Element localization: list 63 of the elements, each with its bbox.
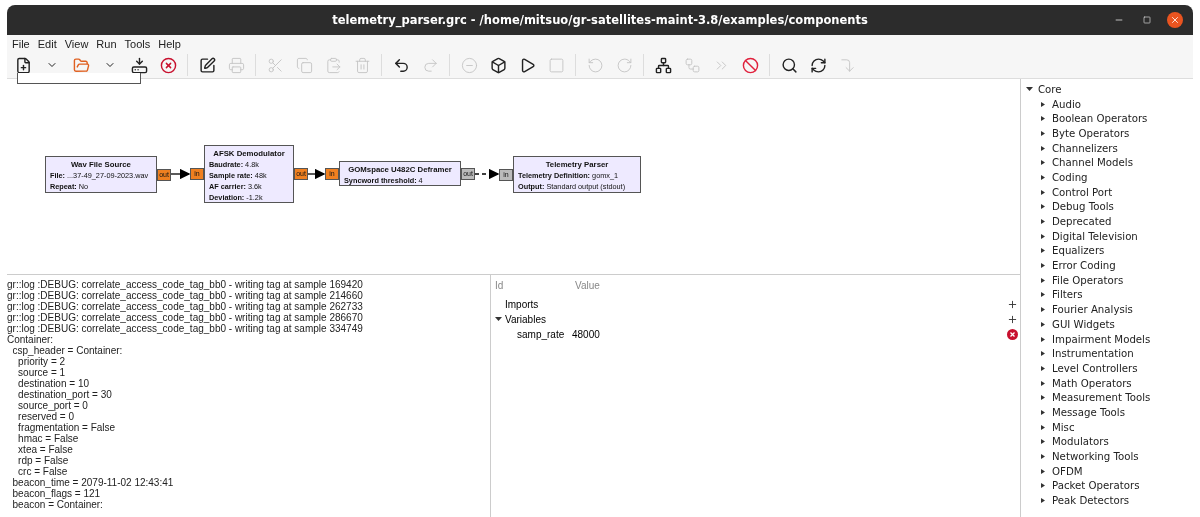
- console-line: reserved = 0: [17, 411, 75, 422]
- console-line: gr::log :DEBUG: correlate_access_code_tag_bb0 - writing tag at sample 262733: [7, 301, 364, 312]
- tree-item[interactable]: Channel Models: [1052, 157, 1133, 169]
- tree-item[interactable]: Variables: [505, 314, 1007, 325]
- console-line: beacon_time = 2079-11-02 12:43:41: [11, 477, 175, 488]
- console-line: csp_header = Container:: [11, 345, 124, 356]
- tree-item[interactable]: Modulators: [1052, 436, 1109, 448]
- tree-item[interactable]: File Operators: [1052, 274, 1124, 286]
- tree-item[interactable]: Channelizers: [1052, 142, 1118, 154]
- tree-item[interactable]: Debug Tools: [1052, 201, 1114, 213]
- menu-item[interactable]: View: [63, 38, 96, 50]
- console-line: gr::log :DEBUG: correlate_access_code_tag_bb0 - writing tag at sample 214660: [7, 290, 364, 301]
- console-line: gr::log :DEBUG: correlate_access_code_tag_bb0 - writing tag at sample 334749: [7, 323, 364, 334]
- tree-item[interactable]: Imports: [505, 299, 1007, 310]
- console-line: source_port = 0: [17, 400, 88, 411]
- console-line: xtea = False: [17, 444, 74, 455]
- column-header[interactable]: Id: [495, 280, 575, 291]
- console-line: source = 1: [17, 367, 67, 378]
- tree-item[interactable]: Control Port: [1052, 186, 1113, 198]
- menu-item[interactable]: Tools: [123, 38, 158, 50]
- column-header[interactable]: Value: [575, 280, 1016, 291]
- variable-value: 48000: [572, 329, 601, 340]
- tree-item[interactable]: Coding: [1052, 171, 1088, 183]
- console-line: crc = False: [17, 466, 69, 477]
- console-line: priority = 2: [18, 356, 67, 367]
- console-line: Container:: [7, 334, 55, 345]
- console-line: beacon_flags = 121: [11, 488, 101, 499]
- console-line: gr::log :DEBUG: correlate_access_code_tag_bb0 - writing tag at sample 286670: [7, 312, 364, 323]
- console-line: fragmentation = False: [17, 422, 117, 433]
- menu-item[interactable]: Edit: [36, 38, 64, 50]
- tree-item[interactable]: Impairment Models: [1052, 333, 1151, 345]
- variable-id: samp_rate: [516, 329, 566, 340]
- tree-item[interactable]: Networking Tools: [1052, 451, 1139, 463]
- console-line: destination = 10: [17, 378, 90, 389]
- tree-item[interactable]: Equalizers: [1052, 245, 1105, 257]
- menu-item[interactable]: File: [11, 38, 37, 50]
- tree-item[interactable]: Peak Detectors: [1052, 495, 1130, 507]
- tree-item[interactable]: Boolean Operators: [1052, 113, 1148, 125]
- tree-item[interactable]: Math Operators: [1052, 377, 1132, 389]
- tree-item[interactable]: Byte Operators: [1052, 127, 1130, 139]
- tree-item[interactable]: Level Controllers: [1052, 362, 1138, 374]
- tree-item[interactable]: Filters: [1052, 289, 1083, 301]
- menu-item[interactable]: Help: [157, 38, 188, 50]
- window-title: telemetry_parser.grc - /home/mitsuo/gr-satellites-maint-3.8/examples/components: [332, 13, 868, 27]
- tree-item[interactable]: Core: [1038, 83, 1062, 95]
- tree-item[interactable]: OFDM: [1052, 465, 1083, 477]
- tree-item[interactable]: Audio: [1052, 98, 1081, 110]
- menu-item[interactable]: Run: [95, 38, 124, 50]
- tree-item[interactable]: Error Coding: [1052, 260, 1116, 272]
- tree-item[interactable]: Fourier Analysis: [1052, 304, 1133, 316]
- console-line: gr::log :DEBUG: correlate_access_code_tag_bb0 - writing tag at sample 169420: [7, 279, 364, 290]
- tree-item[interactable]: Message Tools: [1052, 406, 1125, 418]
- console-line: hmac = False: [17, 433, 80, 444]
- tree-item[interactable]: Instrumentation: [1052, 348, 1134, 360]
- tree-item[interactable]: GUI Widgets: [1052, 318, 1115, 330]
- tree-item[interactable]: Digital Television: [1052, 230, 1138, 242]
- console-line: rdp = False: [17, 455, 70, 466]
- tree-item[interactable]: Measurement Tools: [1052, 392, 1151, 404]
- tree-item[interactable]: Packet Operators: [1052, 480, 1140, 492]
- tree-item[interactable]: Deprecated: [1052, 216, 1112, 228]
- console-line: destination_port = 30: [17, 389, 113, 400]
- tree-item[interactable]: Misc: [1052, 421, 1075, 433]
- console-line: beacon = Container:: [11, 499, 104, 510]
